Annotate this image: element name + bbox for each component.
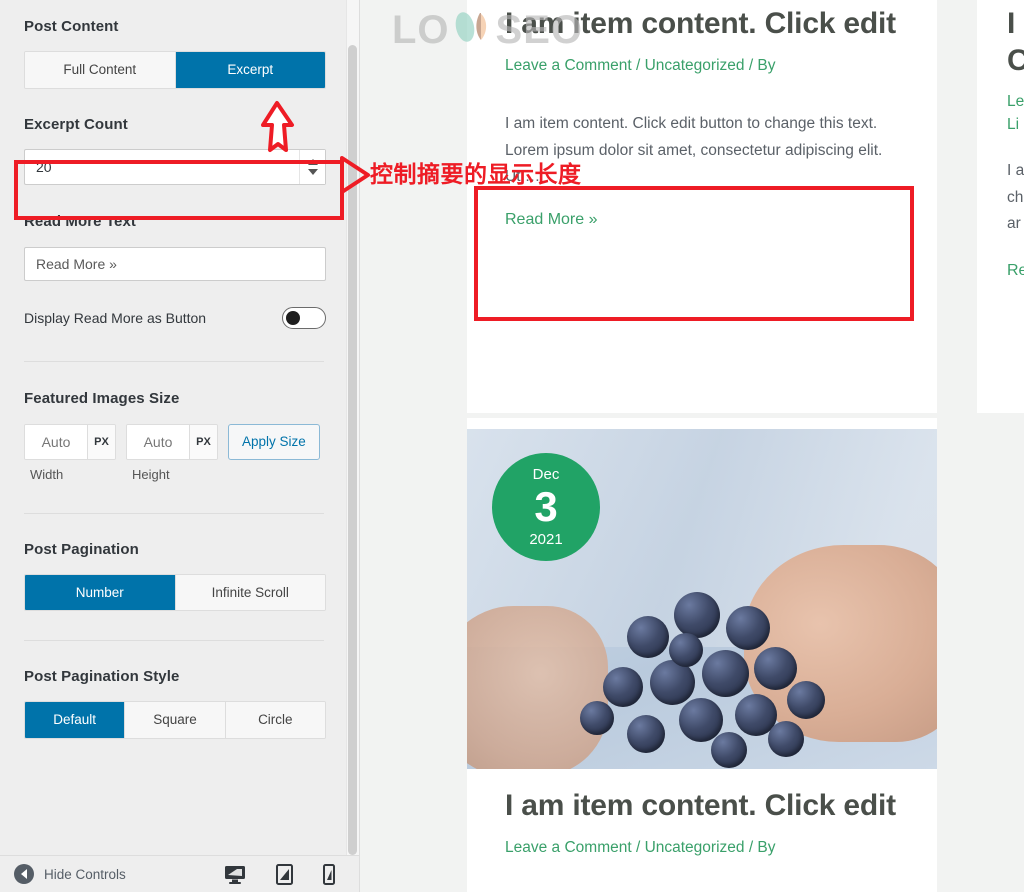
featured-height-field[interactable]: Auto PX bbox=[126, 423, 218, 460]
right-title-line2[interactable]: C bbox=[1007, 43, 1024, 80]
featured-height-unit[interactable]: PX bbox=[189, 424, 217, 459]
post-2-meta[interactable]: Leave a Comment / Uncategorized / By bbox=[505, 837, 905, 859]
post-2-date-badge: Dec 3 2021 bbox=[492, 453, 600, 561]
post-card-right-partial: I C Le Li I a ch ar Re bbox=[977, 0, 1024, 413]
watermark-seo-text: SEO bbox=[495, 8, 584, 52]
post-2-title[interactable]: I am item content. Click edit bbox=[505, 788, 905, 825]
excerpt-count-heading: Excerpt Count bbox=[24, 115, 128, 133]
date-day: 3 bbox=[534, 482, 558, 530]
post-1-meta[interactable]: Leave a Comment / Uncategorized / By bbox=[505, 55, 899, 77]
customizer-sidebar: Post Content Full Content Excerpt Excerp… bbox=[0, 0, 360, 892]
right-excerpt-line1: I a bbox=[1007, 162, 1024, 180]
excerpt-count-field[interactable] bbox=[24, 148, 326, 185]
featured-width-unit[interactable]: PX bbox=[87, 424, 115, 459]
post-content-toggle-group[interactable]: Full Content Excerpt bbox=[24, 51, 326, 89]
sidebar-scrollbar-track[interactable] bbox=[346, 0, 359, 855]
featured-width-field[interactable]: Auto PX bbox=[24, 423, 116, 460]
toggle-knob bbox=[286, 310, 300, 325]
collapse-left-icon[interactable] bbox=[14, 864, 34, 884]
read-more-text-input[interactable] bbox=[24, 246, 326, 281]
tablet-icon[interactable] bbox=[276, 863, 293, 885]
stepper-down-icon[interactable] bbox=[307, 168, 318, 175]
hide-controls-label: Hide Controls bbox=[44, 866, 126, 882]
post-content-option-full[interactable]: Full Content bbox=[25, 52, 176, 88]
pagination-style-circle[interactable]: Circle bbox=[225, 702, 325, 738]
right-title-line1[interactable]: I bbox=[1007, 6, 1024, 43]
sidebar-scroll-area: Post Content Full Content Excerpt Excerp… bbox=[0, 0, 348, 855]
post-1-read-more-link[interactable]: Read More » bbox=[505, 211, 598, 228]
mobile-icon[interactable] bbox=[323, 863, 335, 885]
date-month: Dec bbox=[532, 465, 560, 483]
hide-controls-button[interactable]: Hide Controls bbox=[14, 864, 126, 884]
featured-width-value[interactable]: Auto bbox=[25, 424, 87, 459]
pagination-style-default[interactable]: Default bbox=[25, 702, 126, 738]
display-read-more-label: Display Read More as Button bbox=[24, 309, 207, 326]
desktop-icon[interactable] bbox=[224, 865, 246, 884]
featured-images-size-heading: Featured Images Size bbox=[24, 389, 180, 407]
post-content-heading: Post Content bbox=[24, 18, 119, 35]
post-pagination-option-number[interactable]: Number bbox=[25, 574, 176, 611]
post-content-option-excerpt[interactable]: Excerpt bbox=[175, 52, 325, 88]
featured-size-row: Auto PX Width Auto PX Height Apply Size bbox=[24, 423, 324, 484]
featured-height-caption: Height bbox=[132, 466, 170, 482]
right-excerpt-line3: ar bbox=[1007, 215, 1021, 233]
pagination-style-square[interactable]: Square bbox=[125, 702, 226, 738]
post-pagination-toggle-group[interactable]: Number Infinite Scroll bbox=[24, 573, 326, 612]
right-meta-line1[interactable]: Le bbox=[1007, 91, 1024, 113]
preview-pane: I am item content. Click edit Leave a Co… bbox=[360, 0, 1024, 892]
device-preview-switcher bbox=[224, 863, 335, 885]
right-read-more-link[interactable]: Re bbox=[1007, 262, 1024, 279]
loyseo-leaf-icon bbox=[450, 10, 496, 52]
post-pagination-option-infinite[interactable]: Infinite Scroll bbox=[175, 574, 325, 611]
post-pagination-heading: Post Pagination bbox=[24, 540, 139, 558]
loyseo-watermark: LO SEO bbox=[392, 8, 583, 53]
featured-height-value[interactable]: Auto bbox=[127, 424, 189, 459]
watermark-lo-text: LO bbox=[392, 8, 450, 52]
right-meta-line2[interactable]: Li bbox=[1007, 114, 1024, 136]
sidebar-scrollbar-thumb[interactable] bbox=[348, 45, 357, 855]
read-more-text-heading: Read More Text bbox=[24, 212, 136, 230]
post-pagination-style-heading: Post Pagination Style bbox=[24, 668, 180, 686]
sidebar-footer: Hide Controls bbox=[0, 855, 359, 892]
excerpt-count-stepper[interactable] bbox=[299, 149, 325, 184]
annotation-note-text: 控制摘要的显示长度 bbox=[370, 162, 582, 188]
post-pagination-style-group[interactable]: Default Square Circle bbox=[24, 701, 326, 739]
right-excerpt-line2: ch bbox=[1007, 188, 1024, 206]
post-card-1: I am item content. Click edit Leave a Co… bbox=[467, 0, 937, 413]
date-year: 2021 bbox=[529, 531, 563, 549]
excerpt-count-input[interactable] bbox=[25, 149, 325, 184]
display-read-more-toggle[interactable] bbox=[282, 306, 326, 329]
apply-size-button[interactable]: Apply Size bbox=[228, 423, 320, 460]
display-read-more-row: Display Read More as Button bbox=[24, 306, 326, 329]
featured-width-caption: Width bbox=[30, 466, 64, 482]
post-card-2: Dec 3 2021 I am item content. Click edit… bbox=[467, 418, 937, 892]
stepper-up-icon[interactable] bbox=[307, 158, 318, 165]
